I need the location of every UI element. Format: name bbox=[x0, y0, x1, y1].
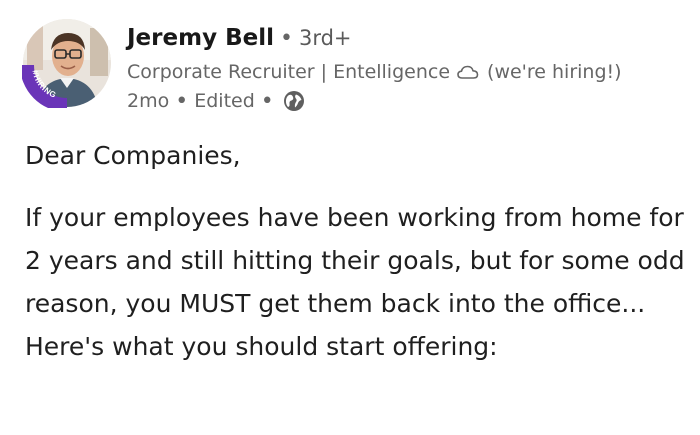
post-header: #HIRING Jeremy Bell • 3rd+ Corporate Rec… bbox=[0, 0, 700, 120]
edited-label: Edited bbox=[194, 90, 255, 112]
cloud-icon bbox=[457, 65, 479, 79]
avatar-image: #HIRING bbox=[22, 19, 111, 108]
connection-degree: 3rd+ bbox=[298, 26, 352, 50]
author-block: Jeremy Bell • 3rd+ Corporate Recruiter |… bbox=[127, 20, 687, 114]
post-paragraph: If your employees have been working from… bbox=[25, 203, 685, 361]
post-greeting: Dear Companies, bbox=[25, 141, 241, 170]
globe-icon[interactable] bbox=[283, 90, 305, 112]
post-card: #HIRING Jeremy Bell • 3rd+ Corporate Rec… bbox=[0, 0, 700, 435]
author-name[interactable]: Jeremy Bell bbox=[127, 25, 274, 51]
post-body: Dear Companies, If your employees have b… bbox=[25, 136, 685, 368]
separator-dot: • bbox=[279, 25, 293, 51]
name-line: Jeremy Bell • 3rd+ bbox=[127, 20, 687, 56]
avatar[interactable]: #HIRING bbox=[22, 18, 112, 108]
separator-dot: • bbox=[175, 88, 189, 114]
post-meta: 2mo • Edited • bbox=[127, 88, 687, 114]
post-time[interactable]: 2mo bbox=[127, 90, 169, 112]
author-headline: Corporate Recruiter | Entelligence (we'r… bbox=[127, 58, 687, 86]
separator-dot: • bbox=[260, 88, 274, 114]
headline-text: Corporate Recruiter | Entelligence bbox=[127, 61, 451, 83]
headline-suffix: (we're hiring!) bbox=[487, 61, 622, 83]
